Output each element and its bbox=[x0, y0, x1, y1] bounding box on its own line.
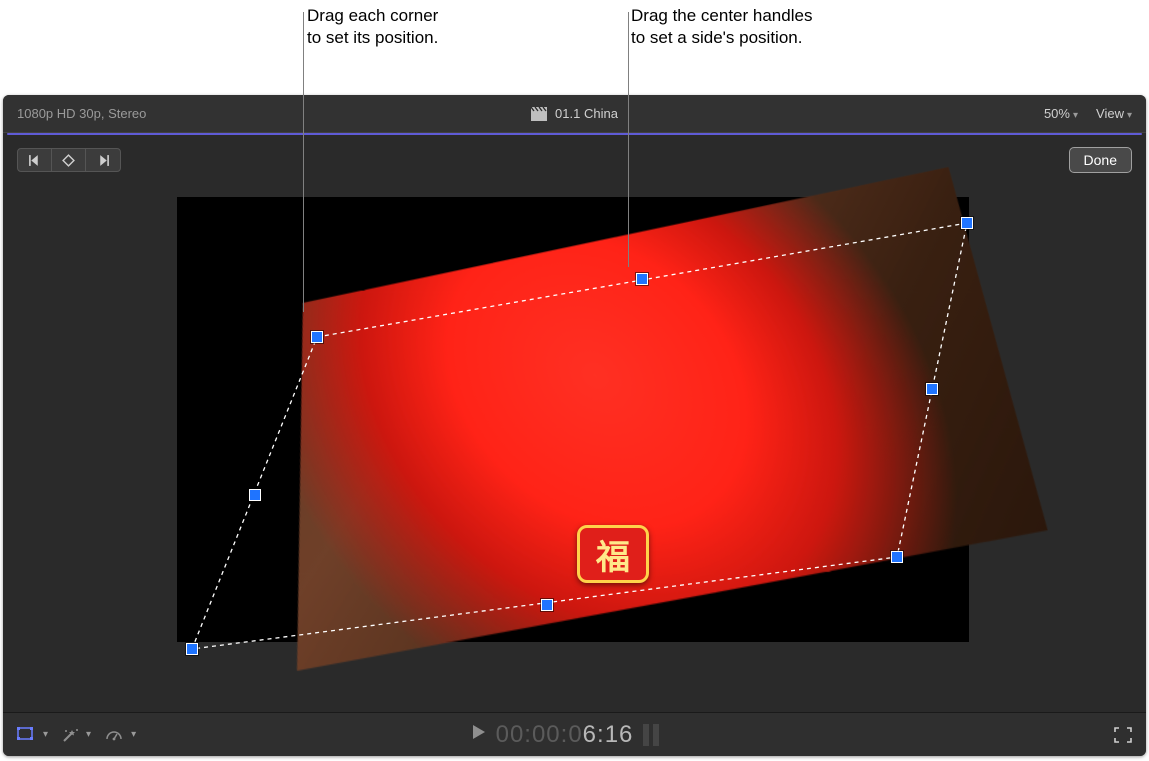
callout-line bbox=[303, 12, 304, 312]
side-handle-2[interactable] bbox=[541, 599, 553, 611]
callout-center: Drag the center handles to set a side's … bbox=[631, 5, 812, 49]
clapper-icon bbox=[531, 107, 547, 121]
view-menu[interactable]: View▾ bbox=[1096, 106, 1132, 121]
corner-handle-0[interactable] bbox=[311, 331, 323, 343]
viewer-window: 1080p HD 30p, Stereo 01.1 China 50%▾ Vie… bbox=[3, 95, 1146, 756]
viewer-toolbar: Done bbox=[3, 135, 1146, 175]
view-menu-label: View bbox=[1096, 106, 1124, 121]
next-keyframe-button[interactable] bbox=[86, 149, 120, 171]
keyframe-nav-group bbox=[17, 148, 121, 172]
side-handle-1[interactable] bbox=[926, 383, 938, 395]
zoom-menu[interactable]: 50%▾ bbox=[1044, 106, 1078, 121]
chevron-down-icon: ▾ bbox=[43, 729, 48, 740]
chevron-down-icon: ▾ bbox=[131, 729, 136, 740]
viewer-footer: ▾ ▾ ▾ 00:00:06:16 bbox=[3, 712, 1146, 756]
retime-tool-menu[interactable]: ▾ bbox=[105, 727, 136, 743]
prev-keyframe-button[interactable] bbox=[18, 149, 52, 171]
done-button[interactable]: Done bbox=[1069, 147, 1132, 173]
zoom-value: 50% bbox=[1044, 106, 1070, 121]
clip-name[interactable]: 01.1 China bbox=[555, 106, 618, 121]
timecode-inactive: 00:00:0 bbox=[496, 721, 583, 748]
chevron-down-icon: ▾ bbox=[1073, 110, 1078, 121]
add-keyframe-button[interactable] bbox=[52, 149, 86, 171]
timecode[interactable]: 00:00:06:16 bbox=[496, 721, 634, 749]
video-frame-content bbox=[217, 167, 1146, 671]
corner-handle-1[interactable] bbox=[961, 217, 973, 229]
play-icon[interactable] bbox=[472, 724, 486, 745]
lantern-character: 福 bbox=[577, 525, 649, 583]
format-label: 1080p HD 30p, Stereo bbox=[17, 106, 146, 121]
side-handle-3[interactable] bbox=[249, 489, 261, 501]
enhance-tool-menu[interactable]: ▾ bbox=[62, 727, 91, 743]
chevron-down-icon: ▾ bbox=[1127, 110, 1132, 121]
fullscreen-button[interactable] bbox=[1114, 727, 1132, 743]
annotation-layer: Drag each corner to set its position. Dr… bbox=[0, 0, 1149, 95]
transform-tool-menu[interactable]: ▾ bbox=[17, 727, 48, 743]
corner-handle-3[interactable] bbox=[186, 643, 198, 655]
audio-meter bbox=[643, 724, 677, 746]
timecode-active: 6:16 bbox=[583, 721, 634, 748]
viewer-header: 1080p HD 30p, Stereo 01.1 China 50%▾ Vie… bbox=[3, 95, 1146, 133]
viewer-canvas[interactable]: 福 bbox=[17, 177, 1132, 708]
distorted-media-wrap: 福 bbox=[177, 197, 969, 642]
corner-handle-2[interactable] bbox=[891, 551, 903, 563]
callout-corner: Drag each corner to set its position. bbox=[307, 5, 438, 49]
chevron-down-icon: ▾ bbox=[86, 729, 91, 740]
timecode-display: 00:00:06:16 bbox=[3, 721, 1146, 749]
callout-line bbox=[628, 12, 629, 267]
side-handle-0[interactable] bbox=[636, 273, 648, 285]
